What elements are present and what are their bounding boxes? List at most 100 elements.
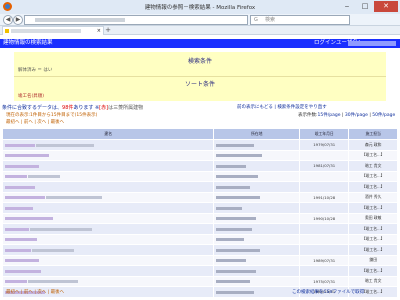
results-table: 建名 所在地 竣工年月日 施工担当 1979/07/31 森元 政和 【竣工名…】 1… — [1, 128, 398, 298]
back-button[interactable]: ◀ — [3, 15, 13, 25]
staff-cell: 【竣工名…】 — [348, 202, 398, 214]
table-row[interactable]: 1991/10/28 酒井 秀久 — [1, 191, 398, 203]
close-window-button[interactable]: ✕ — [374, 1, 398, 12]
building-name-cell[interactable] — [1, 265, 215, 277]
search-conditions-title: 検索条件 — [187, 58, 212, 65]
building-name-cell[interactable] — [1, 244, 215, 256]
sort-condition-item: 竣工名(昇順) — [18, 94, 45, 99]
url-text-redacted — [35, 18, 125, 22]
close-tab-icon[interactable]: × — [97, 27, 101, 35]
pager-next-bottom[interactable]: 次へ — [37, 290, 46, 295]
minimize-button[interactable]: ‒ — [338, 1, 356, 12]
completion-date-cell — [298, 202, 350, 214]
completion-date-cell — [298, 265, 350, 277]
location-cell — [213, 139, 300, 151]
staff-cell: 森元 政和 — [348, 139, 398, 151]
url-bar[interactable] — [24, 15, 248, 25]
table-row[interactable]: 1989/07/31 鎌田 — [1, 254, 398, 266]
table-row[interactable]: 【竣工名…】 — [1, 265, 398, 277]
staff-cell: 暗工 貴文 — [348, 160, 398, 172]
location-cell — [213, 181, 300, 193]
forward-button[interactable]: ▶ — [13, 15, 23, 25]
browser-tab[interactable]: × — [2, 26, 104, 35]
tab-favicon-icon — [5, 29, 9, 33]
maximize-button[interactable]: □ — [356, 1, 374, 12]
pager-prev-bottom[interactable]: 前へ — [24, 290, 33, 295]
completion-date-cell — [298, 233, 350, 245]
building-name-cell[interactable] — [1, 170, 215, 182]
completion-date-cell: 1990/10/28 — [298, 212, 350, 224]
tab-strip: × + — [0, 26, 400, 35]
result-summary: 条件に合致するデータは、98件あります ※[赤]は三菱所属建物 — [2, 104, 143, 111]
location-cell — [213, 233, 300, 245]
navigation-bar: ◀ ▶ G 検索 — [0, 14, 400, 26]
table-row[interactable]: 1975/07/31 暗工 貴文 — [1, 275, 398, 287]
table-row[interactable]: 1990/10/28 奥田 政敏 — [1, 212, 398, 224]
result-count: 98件 — [62, 105, 74, 111]
window-titlebar: 建物情報の参照－検索結果 - Mozilla Firefox ‒ □ ✕ — [0, 0, 400, 14]
location-cell — [213, 212, 300, 224]
redo-search-link[interactable]: 検索条件設定をやり直す — [277, 105, 327, 110]
table-row[interactable]: 1981/07/31 暗工 貴文 — [1, 160, 398, 172]
login-user-name-redacted — [348, 41, 396, 46]
back-link[interactable]: 前の表示にもどる — [237, 105, 273, 110]
completion-date-cell: 1981/07/31 — [298, 160, 350, 172]
pager-top: 最初へ | 前へ | 次へ | 最後へ — [6, 120, 65, 125]
table-row[interactable]: 【竣工名…】 — [1, 244, 398, 256]
search-placeholder: 検索 — [265, 17, 276, 23]
per-page-selector: 表示件数:15件/page | 30件/page | 50件/page — [298, 113, 396, 118]
location-cell — [213, 202, 300, 214]
building-name-cell[interactable] — [1, 212, 215, 224]
completion-date-cell: 1989/07/31 — [298, 254, 350, 266]
pager-first[interactable]: 最初へ — [6, 120, 20, 125]
location-cell — [213, 223, 300, 235]
column-header-staff[interactable]: 施工担当 — [348, 128, 398, 140]
page-title: 建物情報の検索結果 — [3, 40, 53, 46]
result-links: 前の表示にもどる | 検索条件設定をやり直す — [237, 105, 327, 110]
csv-download-link[interactable]: この検索結果をCSVファイルで取得 — [292, 289, 364, 295]
completion-date-cell — [298, 170, 350, 182]
table-row[interactable]: 【竣工名…】 — [1, 149, 398, 161]
building-name-cell[interactable] — [1, 181, 215, 193]
new-tab-button[interactable]: + — [104, 26, 112, 34]
pager-last[interactable]: 最後へ — [51, 120, 65, 125]
staff-cell: 【竣工名…】 — [348, 149, 398, 161]
page-header-bar: 建物情報の検索結果 ログインユーザ名： — [0, 39, 400, 48]
pager-first-bottom[interactable]: 最初へ — [6, 290, 20, 295]
staff-cell: 【竣工名…】 — [348, 181, 398, 193]
staff-cell: 暗工 貴文 — [348, 275, 398, 287]
table-row[interactable]: 【竣工名…】 — [1, 202, 398, 214]
per-page-50-link[interactable]: 50件/page — [372, 113, 395, 118]
pager-last-bottom[interactable]: 最後へ — [51, 290, 65, 295]
completion-date-cell: 1975/07/31 — [298, 275, 350, 287]
column-header-date[interactable]: 竣工年月日 — [298, 128, 350, 140]
table-row[interactable]: 1979/07/31 森元 政和 — [1, 139, 398, 151]
table-row[interactable]: 【竣工名…】 — [1, 223, 398, 235]
browser-search-input[interactable]: G 検索 — [250, 15, 350, 25]
tab-title-redacted — [11, 29, 81, 33]
per-page-15-link[interactable]: 15件/page — [318, 113, 341, 118]
building-name-cell[interactable] — [1, 254, 215, 266]
table-row[interactable]: 【竣工名…】 — [1, 181, 398, 193]
building-name-cell[interactable] — [1, 233, 215, 245]
per-page-30-link[interactable]: 30件/page — [345, 113, 368, 118]
column-header-location[interactable]: 所在地 — [213, 128, 300, 140]
building-name-cell[interactable] — [1, 139, 215, 151]
red-mark: [赤] — [99, 105, 109, 111]
page-content: 建物情報の検索結果 ログインユーザ名： 検索条件 解体済み ＝ はい ソート条件… — [0, 35, 400, 300]
staff-cell: 【竣工名…】 — [348, 170, 398, 182]
staff-cell: 【竣工名…】 — [348, 223, 398, 235]
pager-prev[interactable]: 前へ — [24, 120, 33, 125]
building-name-cell[interactable] — [1, 149, 215, 161]
pager-next[interactable]: 次へ — [37, 120, 46, 125]
building-name-cell[interactable] — [1, 275, 215, 287]
table-row[interactable]: 【竣工名…】 — [1, 233, 398, 245]
location-cell — [213, 275, 300, 287]
column-header-name[interactable]: 建名 — [1, 128, 215, 140]
building-name-cell[interactable] — [1, 191, 215, 203]
completion-date-cell: 1991/10/28 — [298, 191, 350, 203]
building-name-cell[interactable] — [1, 160, 215, 172]
building-name-cell[interactable] — [1, 223, 215, 235]
building-name-cell[interactable] — [1, 202, 215, 214]
table-row[interactable]: 【竣工名…】 — [1, 170, 398, 182]
